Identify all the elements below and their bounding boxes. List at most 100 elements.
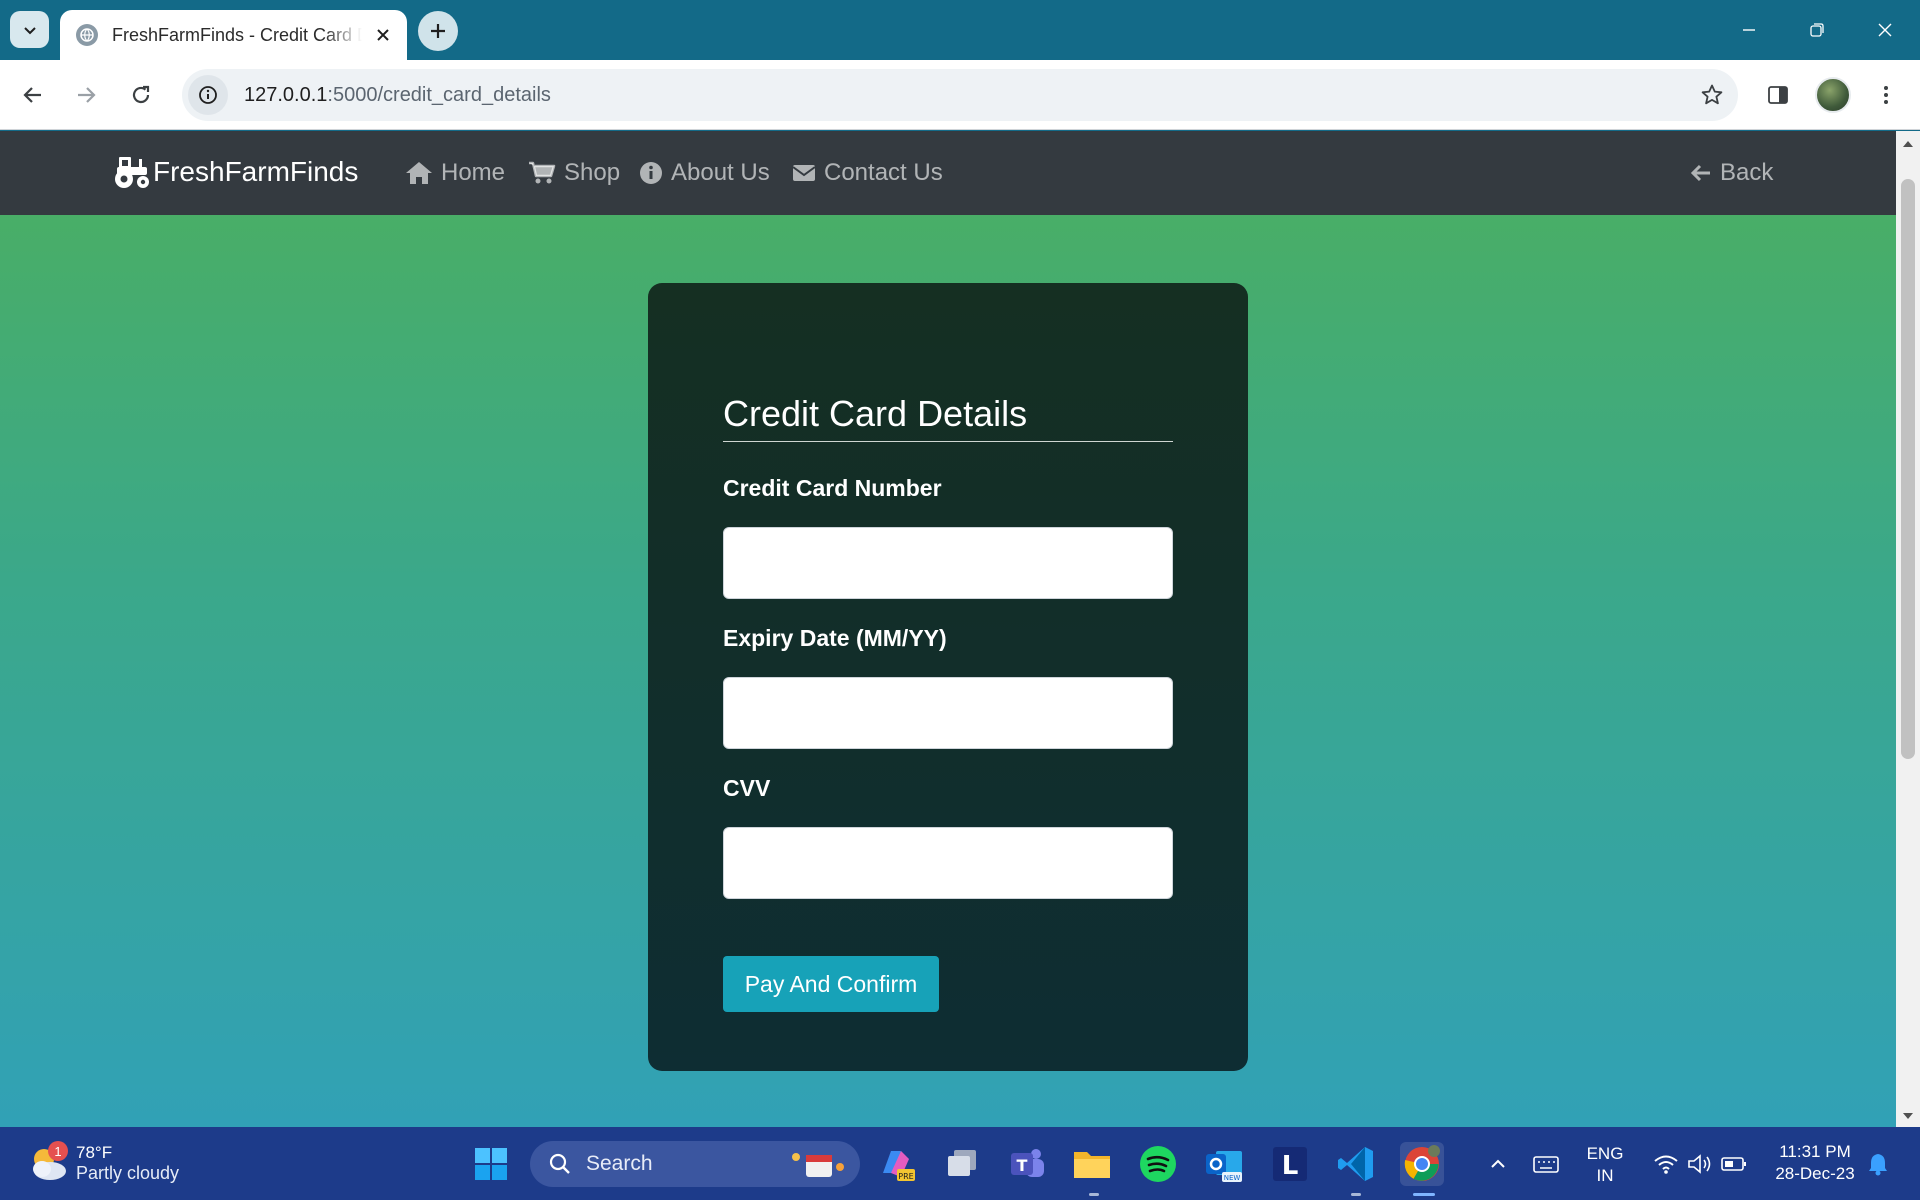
info-icon: [640, 162, 662, 184]
weather-widget[interactable]: 1 78°F Partly cloudy: [26, 1141, 179, 1185]
clock-time: 11:31 PM: [1779, 1142, 1851, 1161]
notifications-button[interactable]: [1860, 1142, 1896, 1186]
more-vert-icon: [1884, 86, 1888, 104]
expiry-date-input[interactable]: [723, 677, 1173, 749]
nav-about-link[interactable]: About Us: [639, 159, 770, 187]
page-viewport: FreshFarmFinds Home Shop About Us Contac…: [0, 131, 1896, 1127]
arrow-left-icon: [23, 87, 41, 103]
weather-temperature: 78°F: [76, 1142, 113, 1162]
weather-description: Partly cloudy: [76, 1162, 180, 1183]
brand-name: FreshFarmFinds: [153, 156, 359, 187]
taskbar-search-placeholder: Search: [586, 1152, 653, 1175]
arrow-right-icon: [78, 87, 96, 103]
nav-home-link[interactable]: Home: [405, 159, 505, 187]
forward-nav-button[interactable]: [66, 75, 106, 115]
close-window-button[interactable]: [1860, 10, 1910, 50]
url-path: :5000/credit_card_details: [327, 83, 551, 106]
file-explorer-icon[interactable]: [1070, 1142, 1114, 1186]
chrome-active-indicator: [1413, 1193, 1435, 1196]
side-panel-button[interactable]: [1758, 75, 1798, 115]
expiry-date-label: Expiry Date (MM/YY): [723, 625, 947, 651]
card-number-label: Credit Card Number: [723, 475, 942, 501]
pay-and-confirm-button[interactable]: Pay And Confirm: [723, 956, 939, 1012]
cart-icon: [529, 161, 556, 184]
spotify-icon[interactable]: [1136, 1142, 1180, 1186]
language-indicator[interactable]: ENG IN: [1580, 1143, 1630, 1187]
cvv-label: CVV: [723, 775, 771, 801]
svg-text:L: L: [1282, 1151, 1299, 1181]
scroll-down-icon[interactable]: [1902, 1111, 1914, 1121]
file-explorer-running-indicator: [1089, 1193, 1099, 1196]
svg-text:T: T: [1017, 1156, 1028, 1175]
l-app-icon[interactable]: L: [1268, 1142, 1312, 1186]
close-tab-icon[interactable]: [371, 23, 395, 47]
restore-icon: [1810, 23, 1824, 37]
envelope-icon: [792, 165, 816, 181]
new-tab-button[interactable]: [418, 11, 458, 51]
close-icon: [1878, 23, 1892, 37]
task-view-icon[interactable]: [940, 1142, 984, 1186]
reload-icon: [132, 85, 150, 104]
touch-keyboard-button[interactable]: [1526, 1142, 1566, 1186]
scrollbar-thumb[interactable]: [1901, 179, 1915, 759]
windows-taskbar: 1 78°F Partly cloudy Search PRE T NEW L: [0, 1127, 1920, 1200]
url-host: 127.0.0.1: [244, 83, 328, 106]
teams-icon[interactable]: T: [1005, 1142, 1049, 1186]
scroll-up-icon[interactable]: [1902, 139, 1914, 149]
volume-icon: [1688, 1154, 1711, 1174]
outlook-icon[interactable]: NEW: [1202, 1142, 1246, 1186]
credit-card-form: Credit Card Details Credit Card Number E…: [648, 283, 1248, 1071]
active-tab[interactable]: FreshFarmFinds - Credit Card Details: [60, 10, 407, 60]
chevron-down-icon: [23, 26, 36, 34]
battery-icon: [1721, 1157, 1746, 1171]
wifi-icon: [1654, 1155, 1678, 1174]
url-text: 127.0.0.1:5000/credit_card_details: [244, 84, 551, 107]
tab-title: FreshFarmFinds - Credit Card Details: [112, 24, 362, 45]
site-navbar: FreshFarmFinds Home Shop About Us Contac…: [0, 131, 1896, 215]
vscode-running-indicator: [1351, 1193, 1361, 1196]
tray-overflow-button[interactable]: [1478, 1142, 1518, 1186]
nav-about-label: About Us: [671, 159, 770, 186]
profile-avatar[interactable]: [1815, 77, 1851, 113]
home-icon: [406, 162, 432, 184]
arrow-left-icon: [1690, 164, 1710, 182]
side-panel-icon: [1768, 86, 1788, 104]
vscode-icon[interactable]: [1334, 1142, 1378, 1186]
brand-link[interactable]: FreshFarmFinds: [113, 155, 358, 189]
start-button[interactable]: [469, 1142, 513, 1186]
cvv-input[interactable]: [723, 827, 1173, 899]
minimize-icon: [1743, 29, 1755, 31]
reload-button[interactable]: [121, 75, 161, 115]
nav-back-label: Back: [1720, 159, 1774, 186]
nav-contact-link[interactable]: Contact Us: [792, 159, 943, 187]
browser-tab-strip: FreshFarmFinds - Credit Card Details: [0, 0, 1920, 60]
weather-notification-badge: 1: [48, 1141, 68, 1161]
back-nav-button[interactable]: [13, 75, 53, 115]
nav-home-label: Home: [441, 159, 506, 186]
restore-button[interactable]: [1792, 10, 1842, 50]
browser-toolbar: 127.0.0.1:5000/credit_card_details: [0, 60, 1920, 130]
keyboard-icon: [1533, 1156, 1559, 1173]
bookmark-star-icon[interactable]: [1700, 83, 1724, 107]
nav-shop-link[interactable]: Shop: [528, 159, 620, 187]
quick-settings-button[interactable]: [1640, 1142, 1760, 1186]
svg-text:PRE: PRE: [898, 1172, 913, 1181]
page-scrollbar[interactable]: [1896, 131, 1920, 1127]
copilot-taskbar-icon[interactable]: PRE: [874, 1142, 918, 1186]
minimize-button[interactable]: [1724, 10, 1774, 50]
taskbar-search[interactable]: Search: [530, 1141, 860, 1187]
plus-icon: [431, 24, 445, 38]
browser-menu-button[interactable]: [1866, 75, 1906, 115]
site-info-icon[interactable]: [188, 75, 228, 115]
card-number-input[interactable]: [723, 527, 1173, 599]
tractor-icon: [115, 157, 149, 188]
search-icon: [549, 1153, 570, 1174]
calendar-doodle-icon: [792, 1153, 844, 1177]
address-bar[interactable]: 127.0.0.1:5000/credit_card_details: [182, 69, 1738, 121]
windows-logo-icon: [475, 1148, 507, 1180]
nav-contact-label: Contact Us: [824, 159, 943, 186]
tab-search-button[interactable]: [10, 11, 49, 48]
chrome-icon[interactable]: [1400, 1142, 1444, 1186]
clock[interactable]: 11:31 PM 28-Dec-23: [1764, 1141, 1866, 1185]
nav-back-link[interactable]: Back: [1690, 159, 1773, 187]
